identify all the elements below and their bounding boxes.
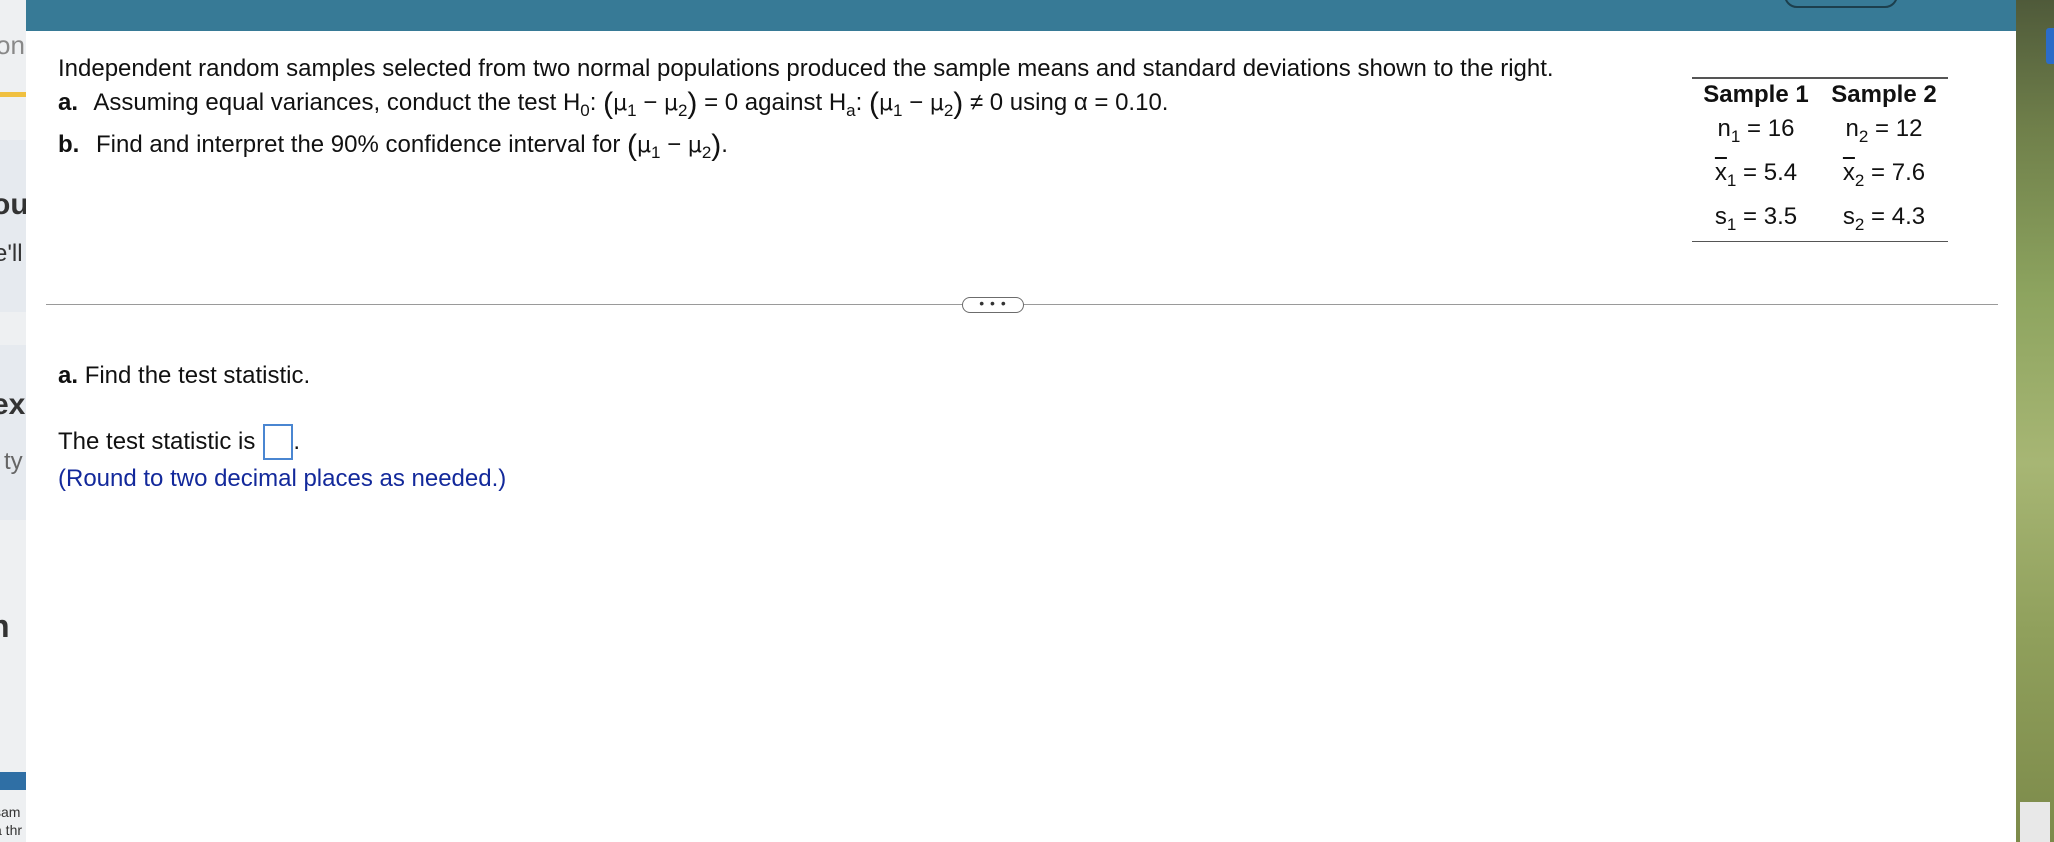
left-fragment: ty [4, 448, 23, 475]
left-fragment: e'll [0, 240, 23, 267]
top-bar-button[interactable] [1784, 0, 1898, 8]
part-a-prompt: a. Find the test statistic. [58, 362, 310, 390]
sample-data-table: Sample 1 Sample 2 n1 = 16 n2 = 12 x1 = 5… [1692, 77, 1948, 242]
left-panel-highlight [0, 92, 26, 97]
left-fragment: a thr [0, 822, 23, 838]
part-a-prompt-text: Find the test statistic. [84, 362, 311, 389]
mu-symbol: μ [878, 91, 893, 116]
mu-symbol: μ [636, 133, 651, 158]
paren-open: ( [868, 87, 879, 120]
left-fragment: sam [0, 804, 21, 820]
part-b-text: Find and interpret the 90% confidence in… [96, 131, 621, 158]
table-row: x1 = 5.4 x2 = 7.6 [1692, 153, 1948, 197]
value: = 7.6 [1871, 159, 1926, 186]
left-panel: on ou e'll ex ty n sam a thr [0, 0, 27, 842]
symbol: n [1845, 115, 1859, 142]
paren-close: ) [953, 87, 964, 120]
table-cell: x2 = 7.6 [1820, 153, 1948, 197]
subscript: 1 [1726, 215, 1737, 234]
question-intro: Independent random samples selected from… [58, 55, 1554, 82]
table-row: s1 = 3.5 s2 = 4.3 [1692, 197, 1948, 241]
column-header: Sample 2 [1831, 81, 1937, 108]
part-a-label: a. [58, 362, 79, 389]
table-cell: s2 = 4.3 [1820, 197, 1948, 241]
minus-sign: − [643, 89, 658, 116]
mu-symbol: μ [663, 91, 678, 116]
question-content: Independent random samples selected from… [26, 31, 2016, 842]
value: = 5.4 [1743, 159, 1798, 186]
part-a-label: a. [58, 89, 79, 116]
x-bar-symbol: x [1714, 159, 1727, 186]
table-cell: n2 = 12 [1820, 109, 1948, 153]
paren-close: ) [711, 129, 722, 162]
colon: : [589, 89, 597, 116]
expand-more-button[interactable]: • • • [962, 296, 1024, 313]
left-fragment: n [0, 608, 10, 645]
subscript: 1 [650, 143, 661, 162]
minus-sign: − [667, 131, 682, 158]
left-fragment: on [0, 30, 25, 60]
part-a-text: ≠ 0 using α = 0.10. [969, 89, 1169, 116]
part-a-text: = 0 against H [704, 89, 847, 116]
subscript: 1 [627, 101, 637, 120]
table-cell: x1 = 5.4 [1692, 153, 1820, 197]
part-a-text: Assuming equal variances, conduct the te… [93, 89, 581, 116]
value: = 16 [1747, 115, 1795, 142]
table-cell: n1 = 16 [1692, 109, 1820, 153]
symbol: s [1714, 203, 1727, 230]
value: = 3.5 [1743, 203, 1798, 230]
minus-sign: − [909, 89, 924, 116]
subscript: 1 [1730, 127, 1741, 146]
period: . [721, 131, 728, 158]
subscript: 2 [1854, 215, 1865, 234]
question-part-b: b. Find and interpret the 90% confidence… [58, 129, 1658, 169]
side-tab-button[interactable] [2046, 28, 2054, 64]
subscript: 2 [1858, 127, 1869, 146]
subscript: a [846, 101, 856, 120]
left-panel-card [0, 345, 26, 520]
mu-symbol: μ [687, 133, 702, 158]
part-b-label: b. [58, 131, 80, 158]
subscript: 2 [677, 101, 688, 120]
background-document [2020, 802, 2050, 842]
table-row: n1 = 16 n2 = 12 [1692, 109, 1948, 153]
question-text: Independent random samples selected from… [58, 53, 1658, 169]
value: = 12 [1875, 115, 1923, 142]
mu-symbol: μ [929, 91, 944, 116]
left-panel-card [0, 140, 26, 312]
answer-line: The test statistic is . [58, 424, 300, 460]
question-part-a: a. Assuming equal variances, conduct the… [58, 87, 1658, 127]
mu-symbol: μ [613, 91, 628, 116]
paren-open: ( [626, 129, 637, 162]
left-fragment: ou [0, 188, 27, 221]
test-statistic-input[interactable] [263, 424, 294, 460]
symbol: s [1842, 203, 1855, 230]
colon: : [855, 89, 863, 116]
symbol: n [1717, 115, 1731, 142]
subscript: 1 [1726, 171, 1737, 190]
left-panel-button[interactable] [0, 772, 26, 790]
answer-prefix: The test statistic is [58, 428, 256, 455]
subscript: 1 [892, 101, 903, 120]
subscript: 0 [580, 101, 590, 120]
value: = 4.3 [1871, 203, 1926, 230]
top-bar [26, 0, 2016, 31]
paren-close: ) [687, 87, 698, 120]
subscript: 2 [943, 101, 954, 120]
desktop-background [2016, 0, 2054, 842]
column-header: Sample 1 [1703, 81, 1809, 108]
x-bar-symbol: x [1842, 159, 1855, 186]
subscript: 2 [701, 143, 712, 162]
table-cell: s1 = 3.5 [1692, 197, 1820, 241]
left-fragment: ex [0, 388, 26, 421]
answer-suffix: . [293, 428, 301, 455]
rounding-hint: (Round to two decimal places as needed.) [58, 465, 507, 492]
subscript: 2 [1854, 171, 1865, 190]
paren-open: ( [603, 87, 614, 120]
